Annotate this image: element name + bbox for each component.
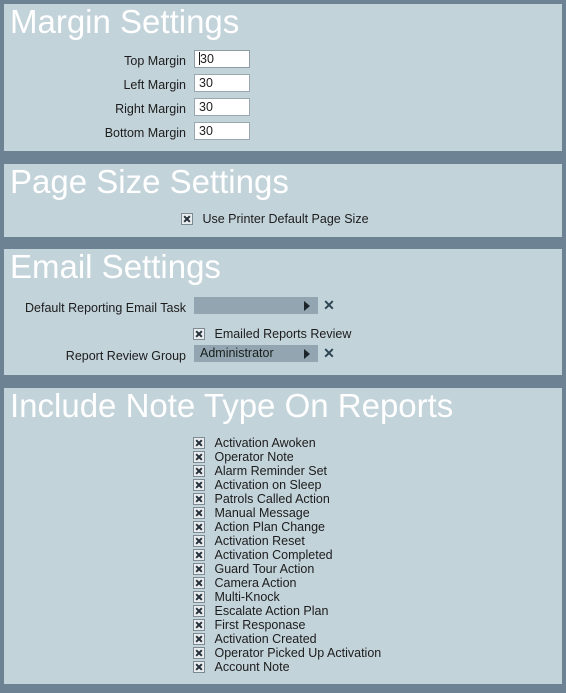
default-reporting-email-task-dropdown[interactable]: [194, 297, 318, 314]
list-item[interactable]: Activation Completed: [4, 548, 562, 562]
right-margin-row: Right Margin 30: [4, 98, 562, 122]
list-item[interactable]: Multi-Knock: [4, 590, 562, 604]
left-margin-input[interactable]: 30: [194, 74, 250, 92]
list-item[interactable]: Activation Created: [4, 632, 562, 646]
email-settings-panel: Email Settings Default Reporting Email T…: [4, 248, 562, 375]
email-settings-title: Email Settings: [10, 248, 221, 285]
list-item-label: Action Plan Change: [214, 520, 325, 534]
checkbox-checked-icon[interactable]: [193, 437, 205, 449]
list-item-label: Multi-Knock: [214, 590, 280, 604]
checkbox-checked-icon[interactable]: [193, 479, 205, 491]
note-type-list: Activation Awoken Operator Note Alarm Re…: [4, 436, 562, 674]
list-item-label: Guard Tour Action: [214, 562, 315, 576]
list-item-label: Escalate Action Plan: [214, 604, 329, 618]
checkbox-checked-icon[interactable]: [193, 605, 205, 617]
clear-default-reporting-email-task-icon[interactable]: ✕: [322, 298, 336, 313]
left-margin-label: Left Margin: [123, 78, 186, 92]
checkbox-checked-icon[interactable]: [193, 493, 205, 505]
list-item-label: Activation Created: [214, 632, 317, 646]
bottom-margin-input[interactable]: 30: [194, 122, 250, 140]
list-item[interactable]: Manual Message: [4, 506, 562, 520]
use-printer-default-page-size-label: Use Printer Default Page Size: [202, 212, 369, 226]
list-item[interactable]: Account Note: [4, 660, 562, 674]
checkbox-checked-icon[interactable]: [193, 577, 205, 589]
bottom-margin-label: Bottom Margin: [104, 126, 186, 140]
list-item[interactable]: Activation Reset: [4, 534, 562, 548]
bottom-divider: [0, 684, 566, 693]
list-item[interactable]: Camera Action: [4, 576, 562, 590]
margin-settings-panel: Margin Settings Top Margin 30 Left Margi…: [4, 3, 562, 151]
default-reporting-email-task-row: Default Reporting Email Task ✕: [4, 297, 562, 321]
emailed-reports-review-row[interactable]: Emailed Reports Review: [4, 327, 562, 341]
use-printer-default-page-size-row[interactable]: Use Printer Default Page Size: [4, 212, 562, 226]
list-item[interactable]: Operator Note: [4, 450, 562, 464]
list-item-label: Operator Note: [214, 450, 294, 464]
list-item-label: Alarm Reminder Set: [214, 464, 328, 478]
checkbox-checked-icon[interactable]: [193, 507, 205, 519]
list-item-label: Patrols Called Action: [214, 492, 330, 506]
report-review-group-row: Report Review Group Administrator ✕: [4, 345, 562, 369]
margin-settings-title: Margin Settings: [10, 3, 240, 40]
checkbox-checked-icon[interactable]: [193, 549, 205, 561]
list-item-label: Activation Completed: [214, 548, 333, 562]
right-margin-label: Right Margin: [115, 102, 186, 116]
checkbox-checked-icon[interactable]: [193, 328, 205, 340]
report-review-group-value: Administrator: [200, 346, 274, 360]
checkbox-checked-icon[interactable]: [193, 451, 205, 463]
list-item[interactable]: First Responase: [4, 618, 562, 632]
top-margin-value: 30: [200, 52, 214, 66]
list-item-label: Operator Picked Up Activation: [214, 646, 382, 660]
list-item[interactable]: Operator Picked Up Activation: [4, 646, 562, 660]
settings-screen: Margin Settings Top Margin 30 Left Margi…: [0, 0, 566, 693]
list-item-label: Account Note: [214, 660, 290, 674]
dropdown-arrow-icon[interactable]: [304, 349, 310, 359]
list-item[interactable]: Patrols Called Action: [4, 492, 562, 506]
list-item-label: Camera Action: [214, 576, 297, 590]
note-type-settings-panel: Include Note Type On Reports Activation …: [4, 387, 562, 684]
report-review-group-label: Report Review Group: [65, 349, 186, 363]
list-item[interactable]: Alarm Reminder Set: [4, 464, 562, 478]
note-type-settings-title: Include Note Type On Reports: [10, 387, 454, 424]
checkbox-checked-icon[interactable]: [193, 647, 205, 659]
checkbox-checked-icon[interactable]: [181, 213, 193, 225]
default-reporting-email-task-label: Default Reporting Email Task: [25, 301, 186, 315]
clear-report-review-group-icon[interactable]: ✕: [322, 346, 336, 361]
checkbox-checked-icon[interactable]: [193, 619, 205, 631]
list-item-label: Activation Awoken: [214, 436, 316, 450]
checkbox-checked-icon[interactable]: [193, 465, 205, 477]
checkbox-checked-icon[interactable]: [193, 591, 205, 603]
list-item[interactable]: Activation on Sleep: [4, 478, 562, 492]
top-margin-input[interactable]: 30: [194, 50, 250, 68]
list-item[interactable]: Activation Awoken: [4, 436, 562, 450]
left-margin-row: Left Margin 30: [4, 74, 562, 98]
list-item[interactable]: Action Plan Change: [4, 520, 562, 534]
dropdown-arrow-icon[interactable]: [304, 301, 310, 311]
report-review-group-dropdown[interactable]: Administrator: [194, 345, 318, 362]
checkbox-checked-icon[interactable]: [193, 563, 205, 575]
bottom-margin-row: Bottom Margin 30: [4, 122, 562, 146]
list-item-label: First Responase: [214, 618, 306, 632]
list-item-label: Activation Reset: [214, 534, 305, 548]
list-item-label: Activation on Sleep: [214, 478, 322, 492]
page-size-settings-panel: Page Size Settings Use Printer Default P…: [4, 163, 562, 237]
top-margin-row: Top Margin 30: [4, 50, 562, 74]
checkbox-checked-icon[interactable]: [193, 661, 205, 673]
page-size-settings-title: Page Size Settings: [10, 163, 289, 200]
list-item-label: Manual Message: [214, 506, 310, 520]
checkbox-checked-icon[interactable]: [193, 535, 205, 547]
right-margin-input[interactable]: 30: [194, 98, 250, 116]
emailed-reports-review-label: Emailed Reports Review: [214, 327, 352, 341]
checkbox-checked-icon[interactable]: [193, 521, 205, 533]
list-item[interactable]: Guard Tour Action: [4, 562, 562, 576]
top-margin-label: Top Margin: [124, 54, 186, 68]
list-item[interactable]: Escalate Action Plan: [4, 604, 562, 618]
checkbox-checked-icon[interactable]: [193, 633, 205, 645]
